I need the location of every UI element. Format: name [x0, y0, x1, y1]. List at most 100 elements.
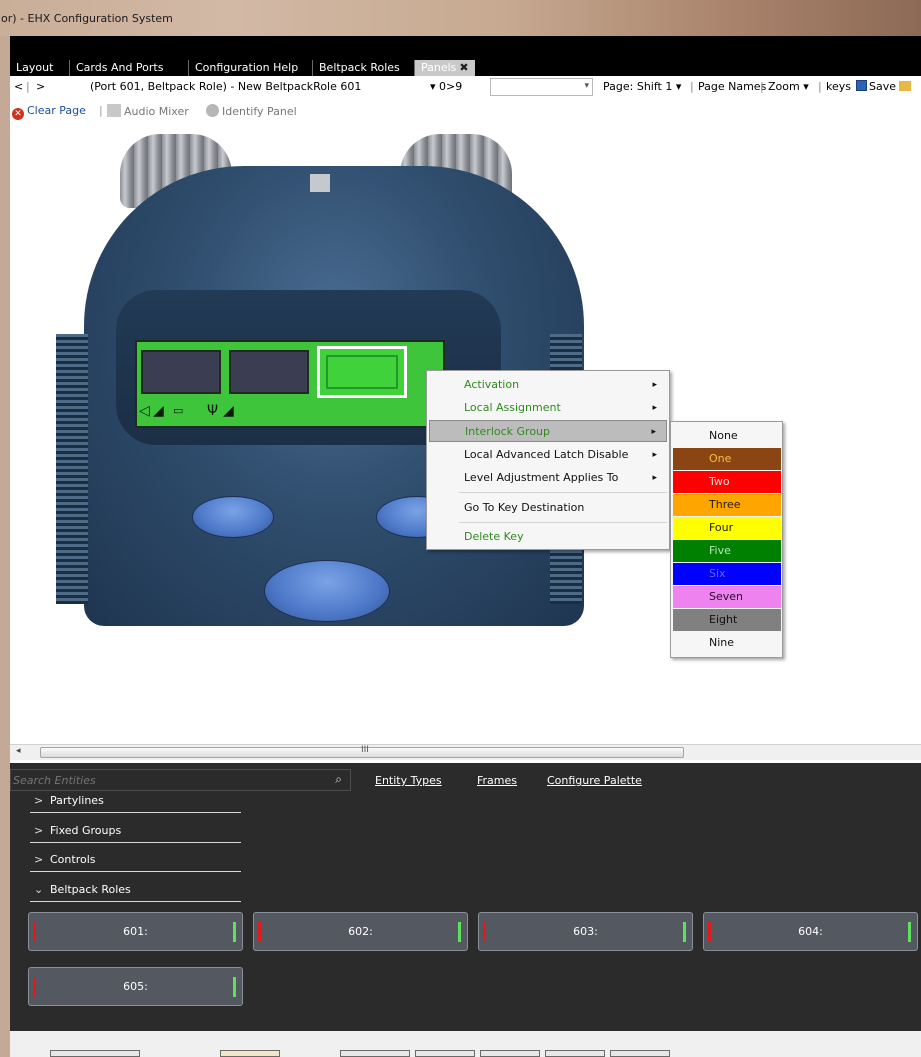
- interlock-option-seven[interactable]: Seven: [673, 586, 781, 608]
- menu-item-interlock-group[interactable]: Interlock Group ▸: [429, 420, 667, 442]
- interlock-group-submenu: None One Two Three Four Five Six Seven Eight Nine: [670, 421, 783, 658]
- submenu-arrow-icon: ▸: [652, 403, 657, 413]
- antenna-icon: Ψ: [207, 403, 219, 419]
- scroll-thumb[interactable]: III: [40, 745, 684, 758]
- interlock-option-eight[interactable]: Eight: [673, 609, 781, 631]
- role-card-603[interactable]: 603:: [478, 912, 693, 951]
- left-grip-fins: [56, 334, 88, 604]
- menu-item-go-to-key-destination[interactable]: Go To Key Destination: [429, 497, 667, 519]
- nav-divider: |: [760, 80, 764, 93]
- chevron-right-icon: >: [34, 824, 44, 837]
- taskbar-button[interactable]: [220, 1050, 280, 1057]
- tab-label: Cards And Ports: [76, 61, 164, 74]
- forward-button[interactable]: >: [36, 80, 45, 93]
- search-entities-box[interactable]: ⌕: [10, 769, 351, 791]
- audio-mixer-icon: [107, 104, 121, 117]
- lcd-key-3-inner: [326, 355, 398, 389]
- taskbar-button[interactable]: [480, 1050, 540, 1057]
- scroll-left-icon[interactable]: ◂: [16, 746, 21, 756]
- tab-configuration-help[interactable]: Configuration Help: [188, 60, 304, 76]
- interlock-option-five[interactable]: Five: [673, 540, 781, 562]
- menu-item-label: Activation: [464, 378, 520, 391]
- group-label: Partylines: [50, 794, 104, 807]
- search-icon[interactable]: ⌕: [335, 772, 342, 787]
- group-controls[interactable]: > Controls: [30, 850, 241, 872]
- group-partylines[interactable]: > Partylines: [30, 791, 241, 813]
- page-dropdown[interactable]: Page: Shift 1 ▾: [603, 80, 681, 93]
- interlock-option-two[interactable]: Two: [673, 471, 781, 493]
- key-range-dropdown[interactable]: ▾ 0>9: [430, 80, 462, 93]
- nav-divider: |: [26, 80, 30, 93]
- submenu-arrow-icon: ▸: [651, 427, 656, 437]
- menu-item-local-assignment[interactable]: Local Assignment ▸: [429, 397, 667, 419]
- menu-item-delete-key[interactable]: Delete Key: [429, 526, 667, 548]
- clear-icon: ✕: [12, 108, 24, 120]
- green-indicator: [233, 977, 236, 997]
- menu-item-level-adjustment-applies-to[interactable]: Level Adjustment Applies To ▸: [429, 467, 667, 489]
- close-icon[interactable]: ✖: [459, 61, 468, 74]
- tab-layout[interactable]: Layout: [10, 60, 59, 76]
- taskbar-button[interactable]: [50, 1050, 140, 1057]
- menu-item-activation[interactable]: Activation ▸: [429, 374, 667, 396]
- key-context-menu: Activation ▸ Local Assignment ▸ Interlock …: [426, 370, 670, 550]
- lcd-key-2[interactable]: [229, 350, 309, 394]
- configure-palette-link[interactable]: Configure Palette: [547, 774, 642, 787]
- lcd-key-1[interactable]: [141, 350, 221, 394]
- role-card-604[interactable]: 604:: [703, 912, 918, 951]
- page-combo[interactable]: ▾: [490, 78, 593, 96]
- green-indicator: [458, 922, 461, 942]
- panel-action-bar: ✕ Clear Page | Audio Mixer Identify Panel: [10, 100, 921, 122]
- red-indicator: [483, 922, 486, 942]
- tab-label: Layout: [16, 61, 54, 74]
- audio-mixer-label: Audio Mixer: [124, 105, 189, 118]
- horizontal-scrollbar[interactable]: ◂ III: [10, 744, 921, 760]
- red-indicator: [258, 922, 261, 942]
- green-indicator: [908, 922, 911, 942]
- interlock-option-one[interactable]: One: [673, 448, 781, 470]
- save-button[interactable]: Save: [856, 80, 912, 93]
- interlock-option-nine[interactable]: Nine: [673, 632, 781, 654]
- role-card-601[interactable]: 601:: [28, 912, 243, 951]
- folder-icon[interactable]: [899, 81, 912, 91]
- tab-panels[interactable]: Panels ✖: [414, 60, 475, 76]
- role-card-605[interactable]: 605:: [28, 967, 243, 1006]
- taskbar-button[interactable]: [415, 1050, 475, 1057]
- save-icon: [856, 80, 867, 91]
- interlock-option-label: Two: [709, 475, 730, 488]
- identify-icon: [206, 104, 219, 117]
- menu-item-label: Level Adjustment Applies To: [464, 471, 619, 484]
- tab-beltpack-roles[interactable]: Beltpack Roles: [312, 60, 406, 76]
- chevron-right-icon: >: [34, 794, 44, 807]
- taskbar-button[interactable]: [340, 1050, 410, 1057]
- search-input[interactable]: [13, 772, 313, 788]
- panel-name: (Port 601, Beltpack Role) - New Beltpack…: [90, 80, 362, 93]
- entity-types-link[interactable]: Entity Types: [375, 774, 442, 787]
- tab-label: Beltpack Roles: [319, 61, 400, 74]
- battery-icon: ▭: [173, 404, 184, 417]
- page-names-button[interactable]: Page Names: [698, 80, 766, 93]
- keys-button[interactable]: keys: [826, 80, 851, 93]
- menu-separator: [459, 522, 667, 523]
- interlock-option-three[interactable]: Three: [673, 494, 781, 516]
- menu-item-local-advanced-latch-disable[interactable]: Local Advanced Latch Disable ▸: [429, 444, 667, 466]
- zoom-dropdown[interactable]: Zoom ▾: [768, 80, 809, 93]
- identify-panel-label: Identify Panel: [222, 105, 297, 118]
- interlock-option-six[interactable]: Six: [673, 563, 781, 585]
- back-button[interactable]: <: [14, 80, 23, 93]
- group-fixed-groups[interactable]: > Fixed Groups: [30, 821, 241, 843]
- lcd-key-3-selected[interactable]: [317, 346, 407, 398]
- taskbar-button[interactable]: [545, 1050, 605, 1057]
- clear-page-button[interactable]: ✕ Clear Page: [12, 104, 86, 120]
- audio-mixer-button[interactable]: Audio Mixer: [107, 104, 189, 118]
- tab-cards-and-ports[interactable]: Cards And Ports: [69, 60, 169, 76]
- interlock-option-four[interactable]: Four: [673, 517, 781, 539]
- interlock-option-none[interactable]: None: [673, 425, 781, 447]
- identify-panel-button[interactable]: Identify Panel: [206, 104, 297, 118]
- taskbar-button[interactable]: [610, 1050, 670, 1057]
- group-beltpack-roles[interactable]: ⌄ Beltpack Roles: [30, 880, 241, 902]
- group-label: Controls: [50, 853, 96, 866]
- interlock-option-label: Nine: [709, 636, 735, 649]
- role-card-602[interactable]: 602:: [253, 912, 468, 951]
- frames-link[interactable]: Frames: [477, 774, 517, 787]
- clear-page-label: Clear Page: [27, 104, 86, 117]
